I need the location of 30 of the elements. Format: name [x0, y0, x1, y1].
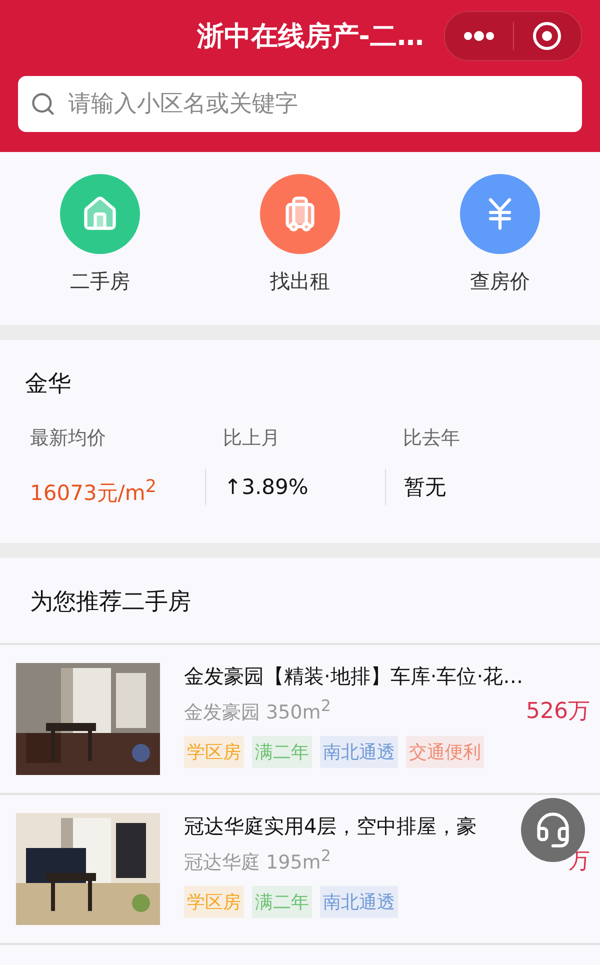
feature-tag: 学区房	[184, 886, 244, 918]
house-icon	[81, 195, 119, 233]
stat-label: 最新均价	[30, 426, 107, 451]
category-label[interactable]: 二手房	[70, 268, 130, 295]
stat-label: 比去年	[403, 426, 461, 451]
feature-tag: 南北通透	[320, 736, 398, 768]
stat-value: 暂无	[385, 469, 575, 505]
listing-title: 冠达华庭实用4层，空中排屋，豪	[184, 813, 477, 840]
page-title: 浙中在线房产-二…	[196, 20, 424, 54]
category-label[interactable]: 找出租	[270, 268, 330, 295]
listing-subtitle: 冠达华庭 195m$^{2}$	[184, 846, 331, 876]
stat-value: 16073元/m$^{2}$	[30, 476, 158, 507]
city-name: 金华	[25, 370, 72, 399]
feature-tag: 满二年	[252, 886, 312, 918]
feature-tag: 学区房	[184, 736, 244, 768]
feature-tag: 满二年	[252, 736, 312, 768]
listing-price: 526万	[526, 698, 590, 726]
listing-subtitle: 金发豪园 350m$^{2}$	[184, 696, 331, 726]
more-icon[interactable]	[462, 31, 495, 41]
feature-tag: 南北通透	[320, 886, 398, 918]
stat-label: 比上月	[223, 426, 281, 451]
close-icon[interactable]	[532, 21, 562, 51]
feature-tag: 交通便利	[406, 736, 484, 768]
stat-value: ↑3.89%	[205, 469, 385, 505]
search-bar[interactable]: 请输入小区名或关键字	[18, 76, 582, 132]
headset-icon	[534, 811, 572, 849]
category-label[interactable]: 查房价	[470, 268, 530, 295]
search-icon	[30, 91, 56, 117]
search-field[interactable]: 请输入小区名或关键字	[66, 90, 570, 118]
listing-title: 金发豪园【精装·地排】车库·车位·花…	[184, 663, 524, 690]
